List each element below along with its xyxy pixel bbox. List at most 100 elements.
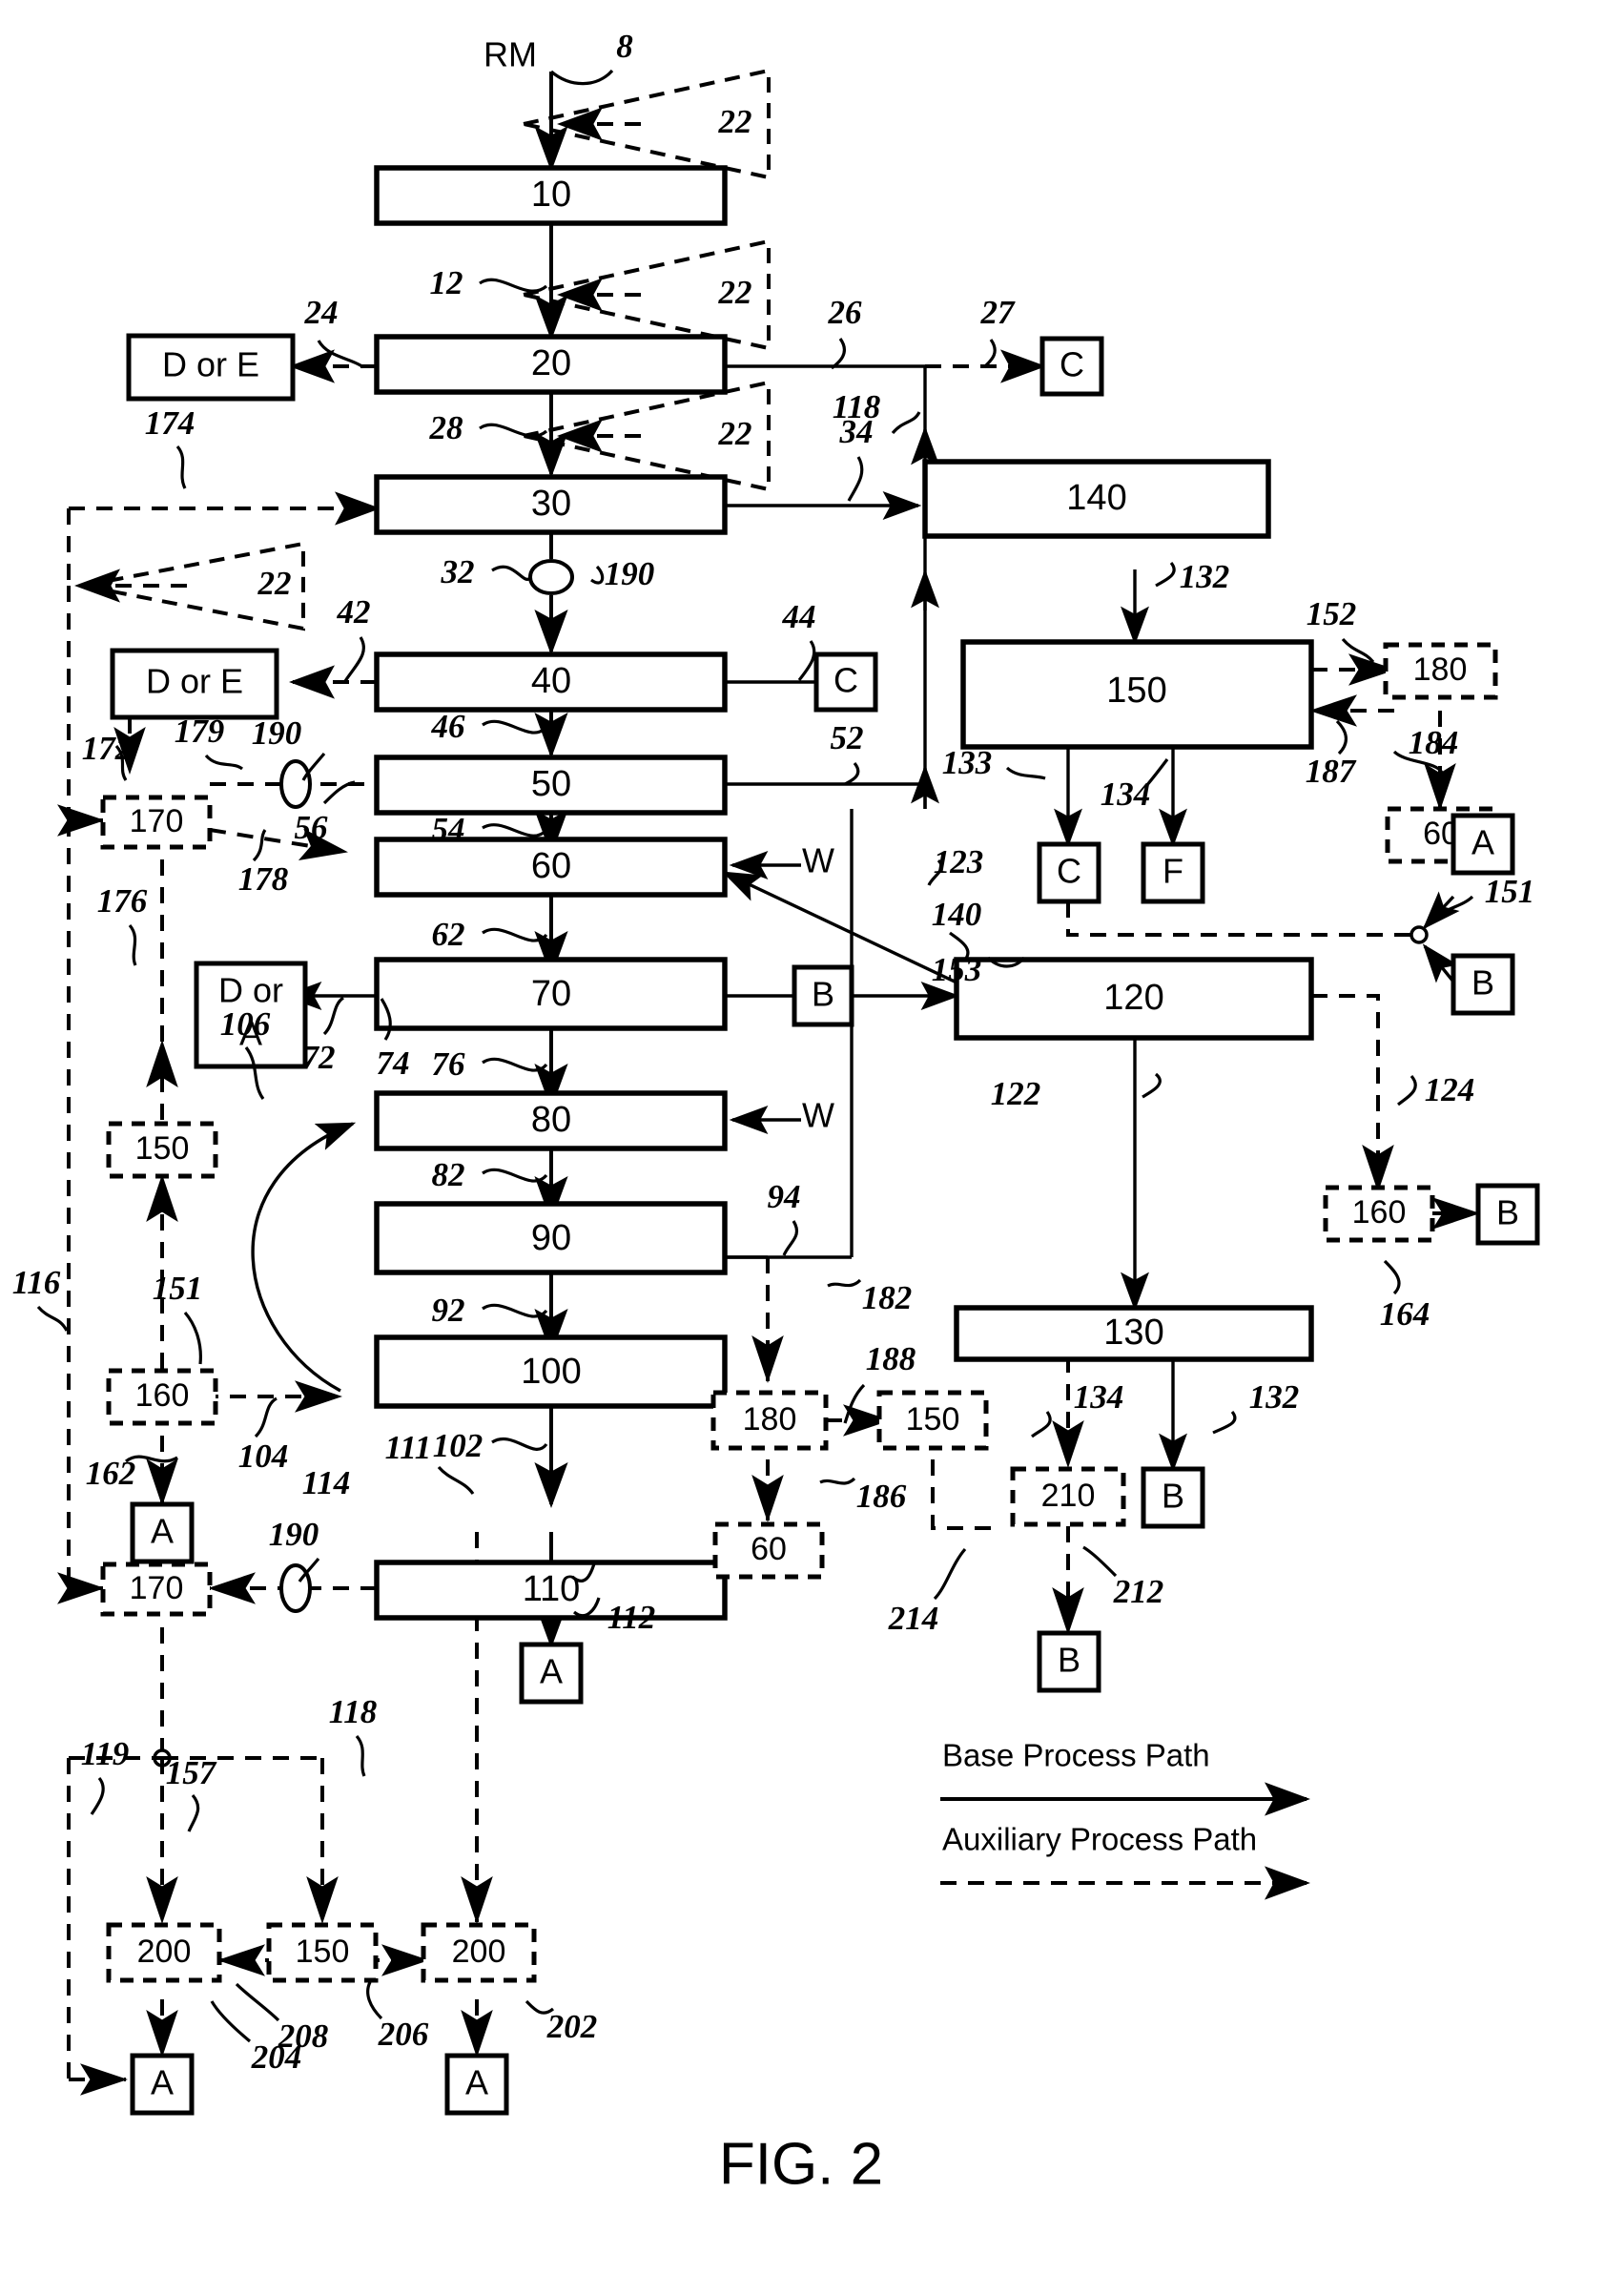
dashed-box-180-right-label: 180 (1413, 652, 1468, 688)
dashed-box-200-left-label: 200 (137, 1934, 192, 1970)
process-box-70-label: 70 (531, 974, 571, 1014)
process-box-70[interactable]: 70 (374, 957, 728, 1031)
dashed-box-150-bottom[interactable]: 150 (266, 1922, 379, 1983)
ref-numeral-208: 208 (278, 2017, 329, 2055)
ref-numeral-134-top: 134 (1101, 776, 1151, 813)
process-box-40[interactable]: 40 (374, 652, 728, 713)
ref-numeral-124: 124 (1425, 1071, 1475, 1108)
process-box-80[interactable]: 80 (374, 1090, 728, 1151)
terminal-box-c-150[interactable]: C (1037, 841, 1101, 904)
ref-numeral-102: 102 (433, 1427, 484, 1464)
ref-numeral-56: 56 (295, 809, 329, 846)
ref-numeral-190-a: 190 (605, 555, 655, 592)
ref-numeral-176: 176 (97, 882, 148, 920)
ref-numeral-27: 27 (980, 294, 1017, 331)
terminal-box-f-150[interactable]: F (1141, 841, 1205, 904)
terminal-box-b-151[interactable]: B (1451, 953, 1515, 1016)
ref-numeral-28: 28 (429, 409, 463, 446)
dashed-box-150-left-label: 150 (135, 1130, 190, 1167)
process-box-60-label: 60 (531, 846, 571, 886)
process-box-20-label: 20 (531, 343, 571, 383)
ref-numeral-72: 72 (302, 1039, 336, 1076)
process-box-50[interactable]: 50 (374, 755, 728, 816)
dashed-box-170-upper-label: 170 (130, 803, 184, 839)
dashed-box-150-mid-label: 150 (906, 1401, 960, 1438)
ref-numeral-164: 164 (1380, 1295, 1430, 1333)
process-box-120[interactable]: 120 (954, 957, 1314, 1041)
ref-numeral-187: 187 (1306, 753, 1357, 790)
triangle-22-c-label: 22 (718, 415, 752, 452)
dashed-box-160-right-label: 160 (1352, 1194, 1407, 1231)
dashed-box-60-mid-label: 60 (751, 1531, 787, 1567)
process-box-130-label: 130 (1103, 1313, 1163, 1353)
terminal-box-a-200left[interactable]: A (130, 2053, 195, 2116)
process-box-150-label: 150 (1106, 671, 1166, 711)
dashed-box-160-left[interactable]: 160 (106, 1368, 218, 1426)
terminal-box-b-130[interactable]: B (1141, 1466, 1205, 1529)
ref-numeral-153: 153 (932, 951, 982, 988)
figure-caption: FIG. 2 (719, 2131, 883, 2197)
dashed-box-60-mid[interactable]: 60 (712, 1521, 825, 1580)
process-box-140[interactable]: 140 (922, 459, 1271, 539)
process-box-20[interactable]: 20 (374, 334, 728, 395)
terminal-box-b-210[interactable]: B (1037, 1630, 1101, 1693)
dashed-box-210-label: 210 (1041, 1478, 1096, 1514)
terminal-box-a-151[interactable]: A (1451, 813, 1515, 876)
dashed-box-180-right[interactable]: 180 (1383, 642, 1498, 700)
process-box-150[interactable]: 150 (960, 639, 1314, 750)
process-box-80-label: 80 (531, 1100, 571, 1140)
triangle-22-b-label: 22 (718, 274, 752, 311)
ref-numeral-42: 42 (337, 593, 371, 631)
dashed-box-150-bottom-label: 150 (296, 1934, 350, 1970)
terminal-box-a-200left-label: A (151, 2063, 174, 2102)
process-box-140-label: 140 (1066, 478, 1126, 518)
ref-numeral-151-right: 151 (1485, 873, 1535, 910)
process-box-30[interactable]: 30 (374, 474, 728, 535)
dashed-box-170-upper[interactable]: 170 (100, 795, 213, 850)
ref-numeral-76: 76 (432, 1045, 466, 1083)
dashed-box-180-mid[interactable]: 180 (710, 1390, 829, 1451)
terminal-box-b-130-label: B (1162, 1477, 1184, 1516)
ref-numeral-46: 46 (431, 708, 466, 745)
terminal-box-c-top-label: C (1060, 345, 1084, 384)
dashed-box-160-right[interactable]: 160 (1323, 1185, 1435, 1243)
terminal-box-a-200right[interactable]: A (444, 2053, 509, 2116)
terminal-box-a-110[interactable]: A (519, 1642, 584, 1705)
triangle-22-d-label: 22 (257, 565, 292, 602)
terminal-box-a-160left[interactable]: A (130, 1501, 195, 1564)
water-label-80: W (802, 1096, 834, 1135)
process-box-130[interactable]: 130 (954, 1305, 1314, 1362)
triangle-22-a-label: 22 (718, 103, 752, 140)
terminal-box-dore-40[interactable]: D or E (110, 648, 279, 720)
dashed-box-170-lower-label: 170 (130, 1570, 184, 1606)
dashed-box-210[interactable]: 210 (1010, 1466, 1126, 1527)
dashed-box-150-mid[interactable]: 150 (876, 1390, 989, 1451)
ref-numeral-82: 82 (432, 1156, 465, 1193)
dashed-box-150-left[interactable]: 150 (106, 1121, 218, 1179)
ref-numeral-104: 104 (238, 1438, 289, 1475)
ref-numeral-114: 114 (302, 1464, 351, 1501)
process-box-100[interactable]: 100 (374, 1334, 728, 1409)
ref-numeral-152: 152 (1307, 595, 1357, 632)
ref-numeral-133: 133 (942, 744, 993, 781)
terminal-box-b-70[interactable]: B (792, 964, 854, 1027)
ref-numeral-202: 202 (546, 2008, 598, 2045)
process-box-60[interactable]: 60 (374, 837, 728, 898)
terminal-box-dore-20[interactable]: D or E (126, 333, 296, 402)
process-box-90[interactable]: 90 (374, 1201, 728, 1275)
process-box-10[interactable]: 10 (374, 165, 728, 226)
legend-auxiliary-label: Auxiliary Process Path (942, 1822, 1257, 1857)
junction-node-151 (1410, 925, 1429, 944)
input-label-rm: RM (484, 35, 537, 74)
ref-numeral-190-b: 190 (252, 714, 302, 752)
dashed-box-170-lower[interactable]: 170 (100, 1562, 213, 1617)
terminal-box-c-40[interactable]: C (813, 652, 878, 713)
terminal-box-b-160[interactable]: B (1475, 1183, 1540, 1246)
terminal-box-c-top[interactable]: C (1039, 336, 1104, 397)
dashed-box-200-right[interactable]: 200 (421, 1922, 537, 1983)
ref-numeral-12: 12 (430, 264, 463, 301)
dashed-box-200-left[interactable]: 200 (106, 1922, 222, 1983)
process-box-110-label: 110 (523, 1569, 581, 1609)
ref-numeral-190-c: 190 (269, 1516, 319, 1553)
process-box-110[interactable]: 110 (374, 1560, 728, 1621)
